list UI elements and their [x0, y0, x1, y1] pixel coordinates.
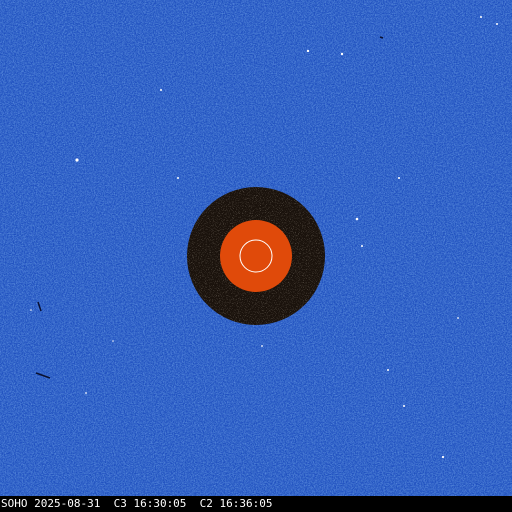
star: [355, 217, 359, 221]
star: [457, 317, 459, 319]
star: [441, 455, 445, 459]
image-caption: SOHO 2025-08-31 C3 16:30:05 C2 16:36:05: [0, 496, 512, 512]
star: [177, 177, 179, 179]
occulting-disk: [220, 220, 292, 292]
star: [306, 49, 310, 53]
star: [496, 23, 498, 25]
star: [75, 158, 79, 162]
star: [480, 16, 482, 18]
coronagraph-image: [0, 0, 512, 496]
star: [398, 177, 400, 179]
star: [112, 340, 114, 342]
star: [261, 345, 263, 347]
coronagraph-view: [0, 0, 512, 496]
star: [387, 369, 389, 371]
star: [85, 392, 87, 394]
star: [361, 245, 363, 247]
star: [30, 309, 32, 311]
star: [340, 52, 344, 56]
star: [403, 405, 405, 407]
star: [160, 89, 162, 91]
